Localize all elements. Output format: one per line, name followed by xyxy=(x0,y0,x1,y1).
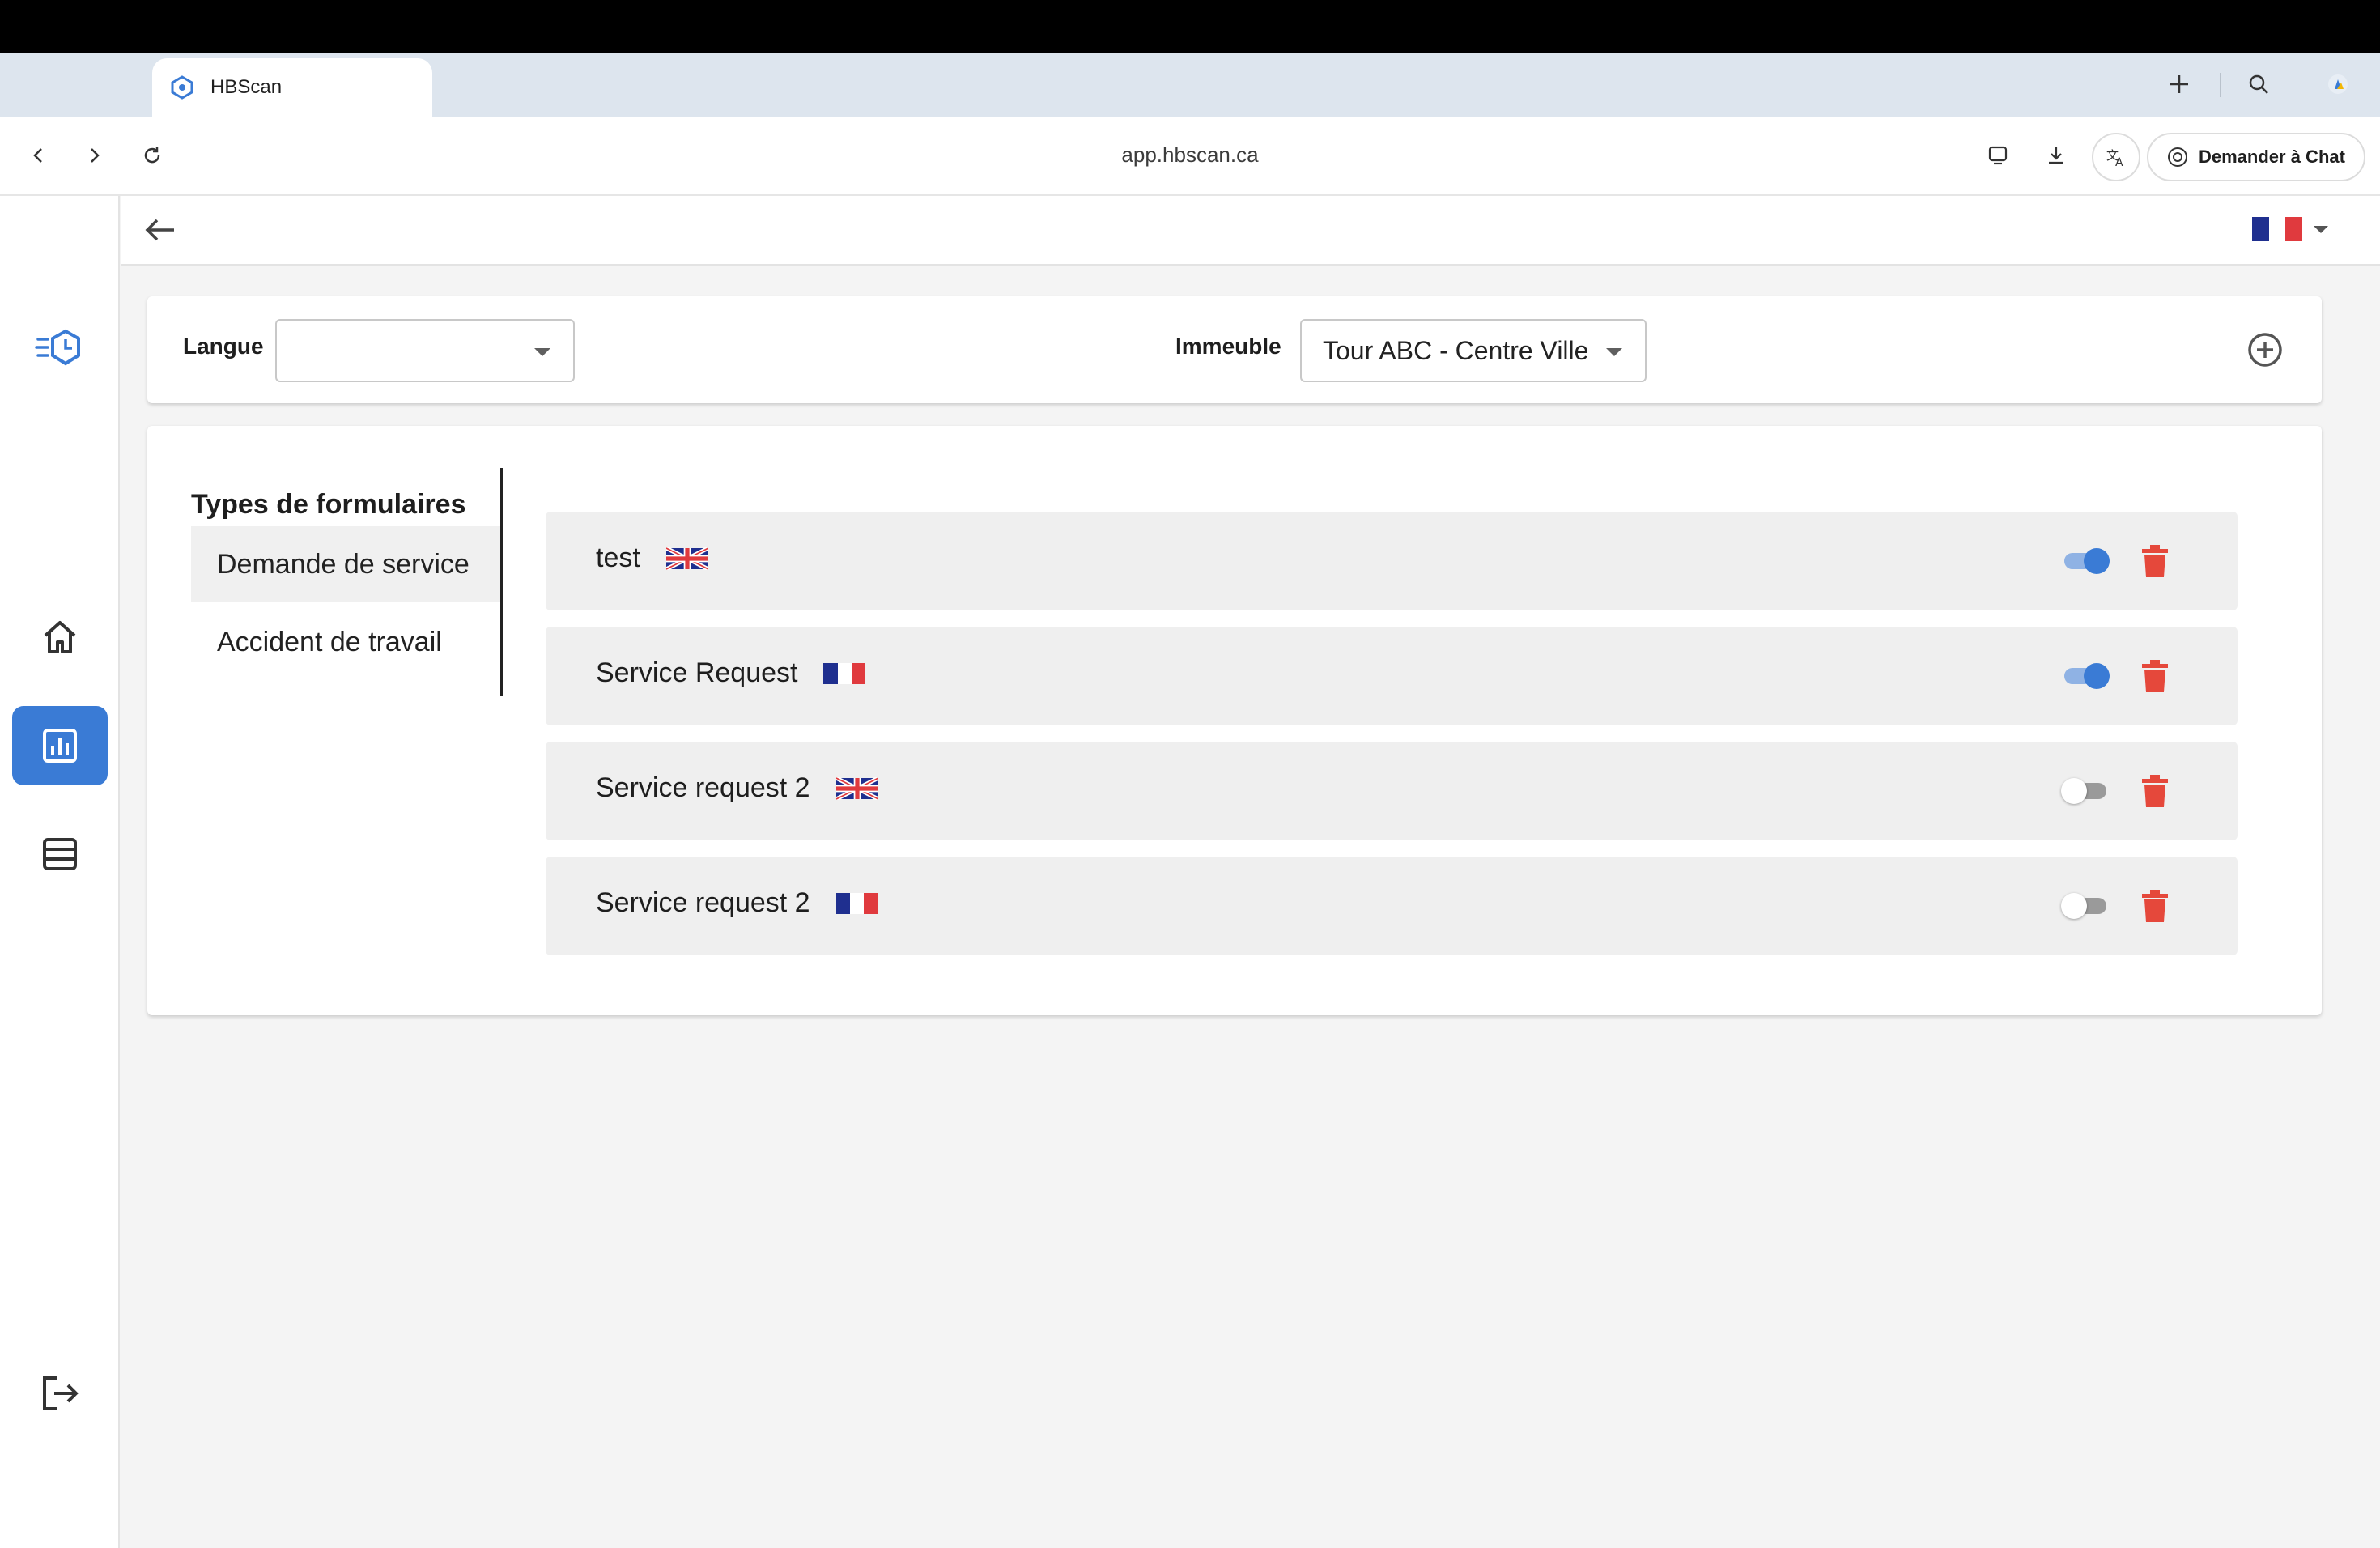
form-type-item[interactable]: Accident de travail xyxy=(191,604,500,680)
form-type-label: Accident de travail xyxy=(217,626,442,657)
sidebar-item-home[interactable] xyxy=(12,598,108,677)
form-type-label: Demande de service xyxy=(217,548,470,580)
types-divider xyxy=(500,468,503,696)
chat-logo-icon xyxy=(2168,147,2187,167)
home-icon xyxy=(44,621,76,653)
language-select[interactable] xyxy=(275,319,575,382)
form-type-item[interactable]: Demande de service xyxy=(191,526,500,602)
form-name: Service request 2 xyxy=(596,887,810,918)
add-form-button[interactable] xyxy=(2246,330,2284,369)
form-name: Service request 2 xyxy=(596,772,810,803)
chart-icon xyxy=(43,729,77,763)
tabstrip-divider xyxy=(2220,73,2221,97)
form-enabled-toggle[interactable] xyxy=(2063,662,2110,689)
sidebar xyxy=(0,196,120,1548)
ask-chat-button[interactable]: Demander à Chat xyxy=(2147,133,2365,181)
dropdown-caret-icon xyxy=(1606,348,1622,356)
tab-title: HBScan xyxy=(210,76,283,98)
flag-uk-icon xyxy=(665,546,708,570)
hbscan-favicon-icon xyxy=(171,75,193,100)
system-menubar xyxy=(0,0,2380,53)
forms-card: Types de formulaires Demande de service … xyxy=(147,426,2322,1015)
flag-uk-icon xyxy=(835,776,878,800)
logo-icon xyxy=(35,329,80,366)
browser-tab[interactable]: HBScan xyxy=(152,58,432,117)
form-name: Service Request xyxy=(596,657,798,688)
tab-search-icon[interactable] xyxy=(2242,68,2275,100)
trash-icon[interactable] xyxy=(2140,889,2170,923)
building-select[interactable]: Tour ABC - Centre Ville xyxy=(1300,319,1647,382)
svg-text:A: A xyxy=(2115,156,2123,169)
address-bar[interactable]: app.hbscan.ca xyxy=(0,142,2380,168)
trash-icon[interactable] xyxy=(2140,774,2170,808)
form-name: test xyxy=(596,542,640,573)
dropdown-caret-icon xyxy=(534,348,550,356)
form-enabled-toggle[interactable] xyxy=(2061,892,2108,919)
form-enabled-toggle[interactable] xyxy=(2063,547,2110,574)
sidebar-item-list[interactable] xyxy=(12,814,108,894)
flag-fr-icon xyxy=(835,892,878,914)
plus-circle-icon xyxy=(2248,333,2282,367)
ask-chat-label: Demander à Chat xyxy=(2199,147,2345,167)
new-tab-icon[interactable] xyxy=(2163,68,2195,100)
filter-card: Langue Immeuble Tour ABC - Centre Ville xyxy=(147,296,2322,403)
app-root: Langue Immeuble Tour ABC - Centre Ville … xyxy=(0,196,2380,1548)
trash-icon[interactable] xyxy=(2140,544,2170,578)
trash-icon[interactable] xyxy=(2140,659,2170,693)
profile-icon[interactable] xyxy=(2322,68,2354,100)
form-row[interactable]: Service Request xyxy=(546,627,2238,725)
building-select-value: Tour ABC - Centre Ville xyxy=(1323,335,1589,365)
logout-icon xyxy=(43,1376,79,1410)
form-row[interactable]: Service request 2 xyxy=(546,742,2238,840)
back-button[interactable] xyxy=(141,211,180,249)
app-topbar xyxy=(121,196,2380,266)
translate-icon[interactable]: 文A xyxy=(2092,133,2140,181)
list-icon xyxy=(43,838,77,870)
language-label: Langue xyxy=(183,334,264,359)
building-label: Immeuble xyxy=(1175,334,1281,359)
sidebar-logo[interactable] xyxy=(12,309,108,389)
flag-fr-icon xyxy=(823,662,866,684)
form-types-title: Types de formulaires xyxy=(191,489,466,520)
arrow-left-icon xyxy=(145,219,174,241)
form-row[interactable]: Service request 2 xyxy=(546,857,2238,955)
flag-fr-icon xyxy=(2252,217,2303,241)
form-enabled-toggle[interactable] xyxy=(2061,777,2108,804)
language-switcher[interactable] xyxy=(2252,217,2330,241)
form-row[interactable]: test xyxy=(546,512,2238,610)
sidebar-item-reports[interactable] xyxy=(12,706,108,785)
chevron-down-icon xyxy=(2314,226,2328,233)
sidebar-logout[interactable] xyxy=(12,1354,108,1433)
